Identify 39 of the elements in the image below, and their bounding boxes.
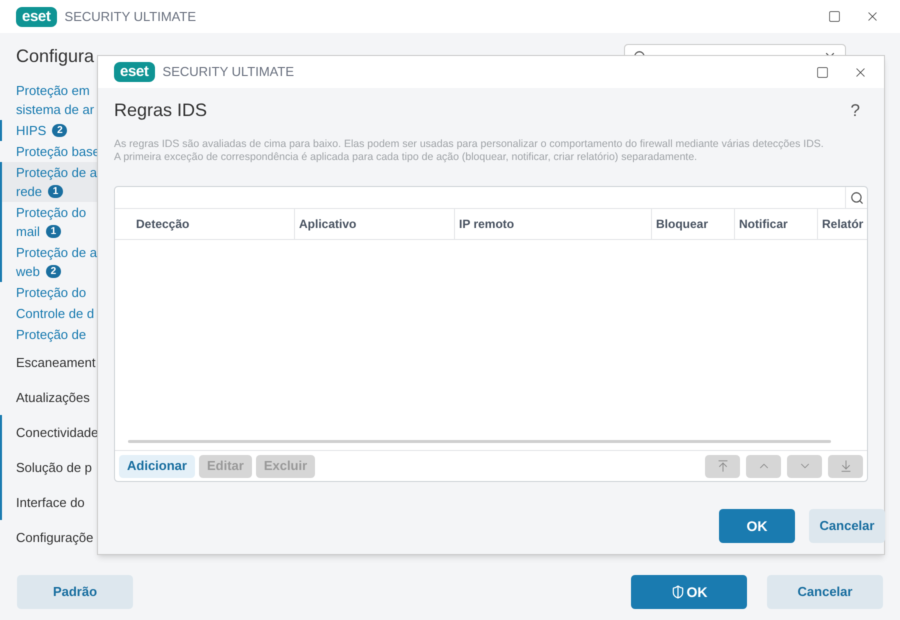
arrow-to-bottom-icon — [838, 459, 852, 473]
description-text: As regras IDS são avaliadas de cima para baixo. Elas podem ser usadas para personalizar o comportamento do firewall mediante várias detecções IDS. — [114, 138, 825, 151]
ok-button[interactable]: OK — [631, 575, 747, 609]
sidebar-section[interactable]: Atualizações — [0, 380, 97, 415]
action-button[interactable]: Adicionar — [119, 454, 195, 478]
count-badge: 1 — [46, 225, 61, 238]
cancel-button[interactable]: Cancelar — [767, 575, 883, 609]
sidebar-link[interactable]: Proteção do — [0, 282, 97, 303]
column-header[interactable]: Notificar — [735, 209, 818, 239]
default-button[interactable]: Padrão — [17, 575, 133, 609]
count-badge: 2 — [46, 265, 61, 278]
logo: eset — [16, 6, 57, 26]
arrow-to-top-icon — [716, 459, 730, 473]
count-badge: 2 — [52, 124, 68, 137]
dialog-heading: Regras IDS — [114, 99, 208, 122]
cancel-button[interactable]: Cancelar — [809, 509, 885, 543]
column-header[interactable]: IP remoto — [455, 209, 652, 239]
column-header[interactable]: Aplicativo — [295, 209, 455, 239]
description-text: A primeira exceção de correspondência é aplicada para cada tipo de ação (bloquear, notificar, criar relatório) separadamente. — [114, 151, 698, 164]
count-badge: 1 — [48, 185, 64, 198]
window-title: SECURITY ULTIMATE — [64, 8, 196, 26]
sidebar-link[interactable]: Proteção de — [0, 324, 97, 345]
ok-button[interactable]: OK — [719, 509, 795, 543]
sidebar-link[interactable]: Proteção em sistema de ar — [0, 80, 97, 120]
sidebar-section[interactable]: Escaneament — [0, 345, 97, 380]
shield-icon — [670, 585, 684, 599]
page-heading: Configura — [16, 45, 94, 68]
column-header[interactable]: Bloquear — [652, 209, 735, 239]
sidebar-link[interactable]: Proteção de a rede 1 — [0, 162, 97, 202]
sidebar-section[interactable]: Configuraçõe — [0, 520, 97, 555]
maximize-icon[interactable] — [828, 10, 841, 23]
scrollbar[interactable] — [128, 440, 831, 443]
column-header[interactable]: Detecção — [115, 209, 295, 239]
help-link[interactable]: ? — [850, 98, 860, 124]
window-title: SECURITY ULTIMATE — [162, 63, 294, 82]
maximize-icon[interactable] — [816, 66, 829, 78]
sidebar-link[interactable]: Controle de d — [0, 303, 97, 324]
column-header[interactable]: Relatór — [818, 209, 864, 239]
logo: eset — [114, 62, 155, 82]
